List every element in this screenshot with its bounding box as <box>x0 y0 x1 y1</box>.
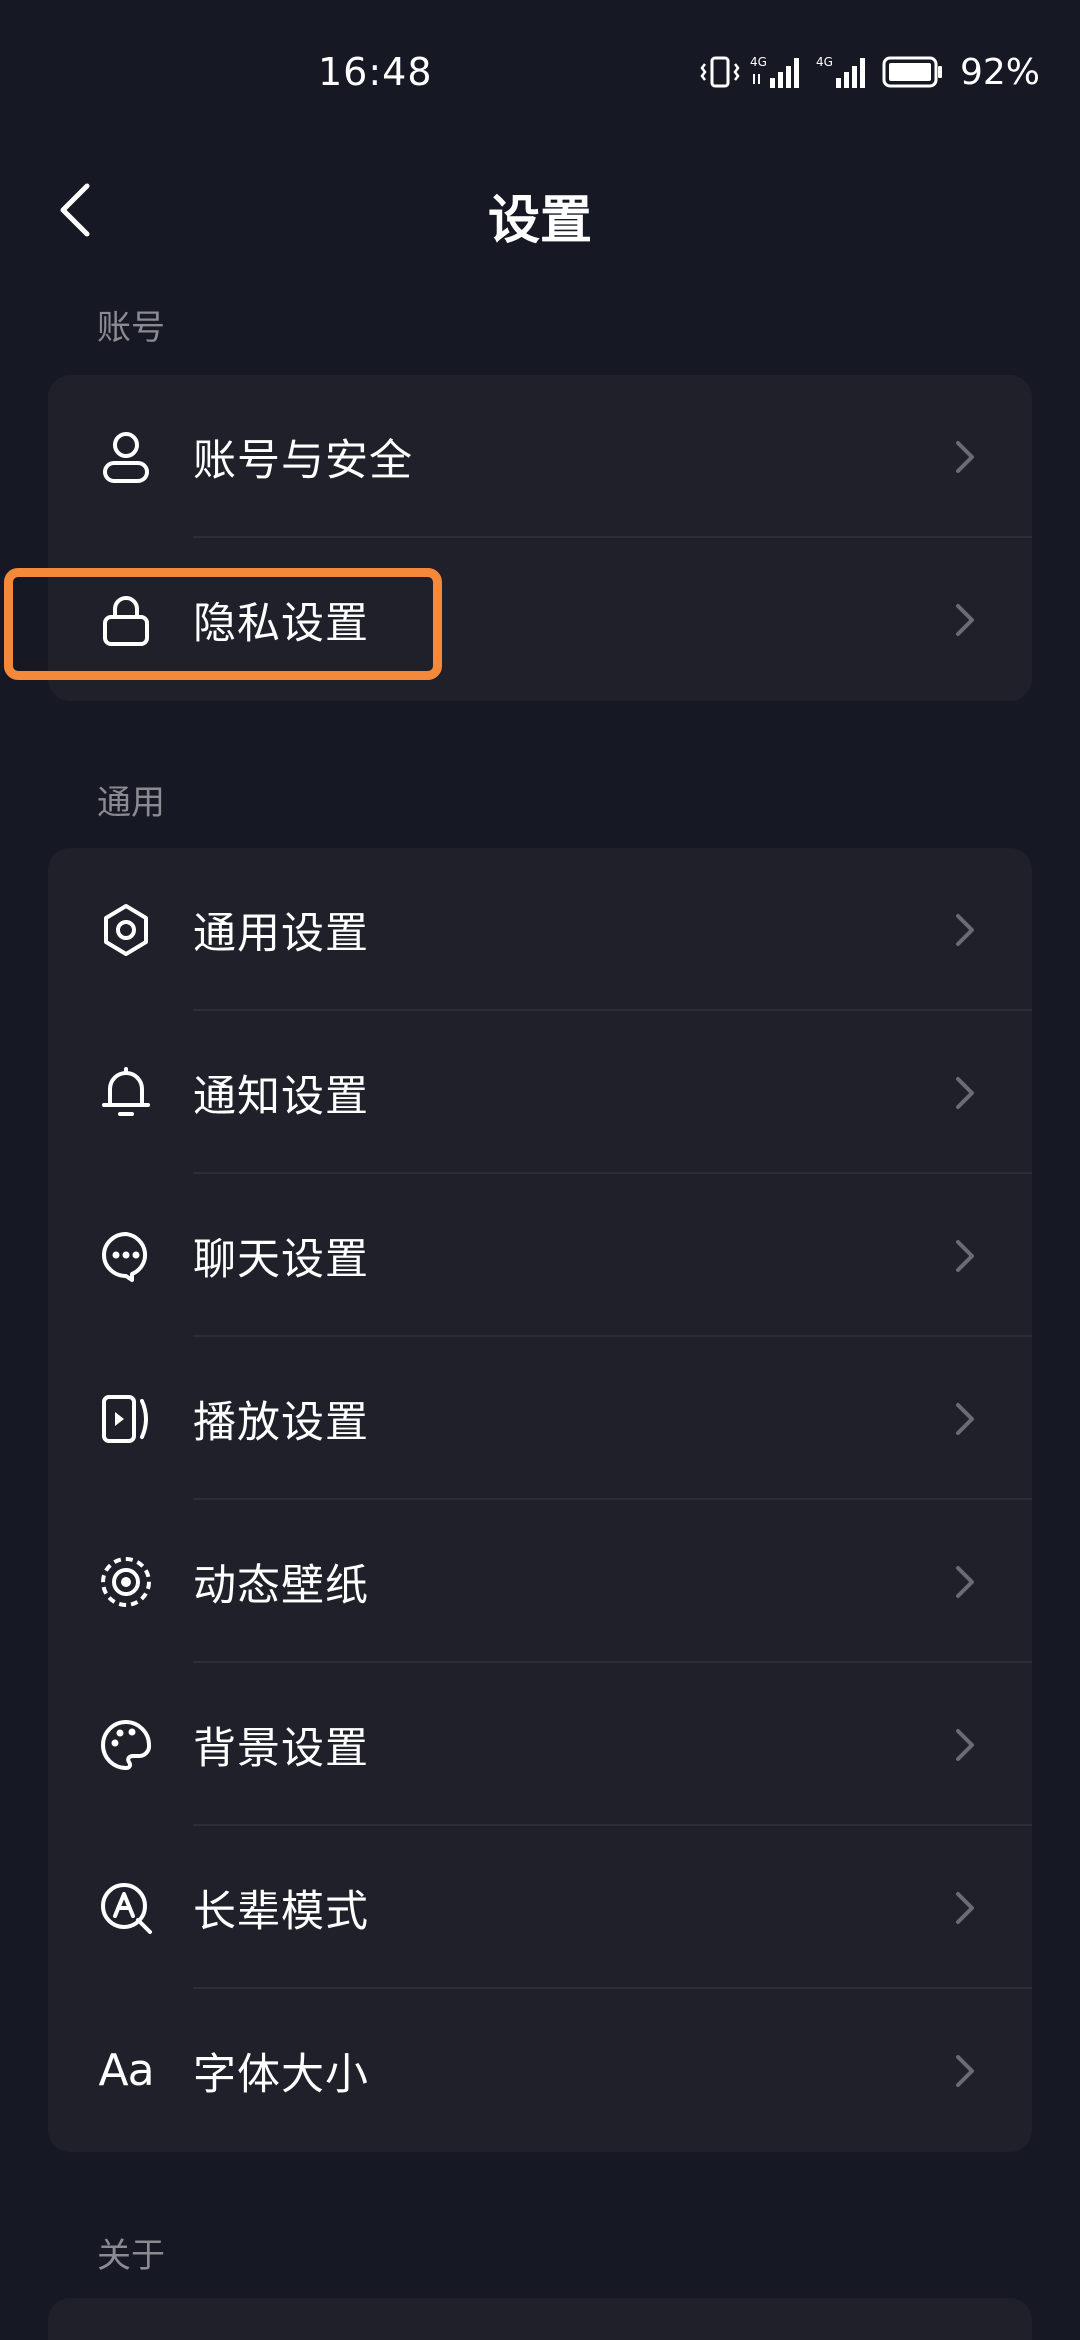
row-general-settings[interactable]: 通用设置 <box>48 848 1032 1011</box>
live-wallpaper-icon <box>98 1554 154 1610</box>
lock-icon <box>98 592 154 648</box>
font-size-icon: Aa <box>98 2043 154 2099</box>
chevron-right-icon <box>956 440 974 473</box>
row-label: 通知设置 <box>193 1071 369 1122</box>
row-label: 播放设置 <box>193 1397 369 1448</box>
network-label: 4G <box>750 55 767 69</box>
chevron-right-icon <box>956 1076 974 1109</box>
row-font-size[interactable]: Aa 字体大小 <box>48 1989 1032 2152</box>
row-label: 背景设置 <box>193 1723 369 1774</box>
section-label-general: 通用 <box>97 783 165 823</box>
about-card <box>48 2298 1032 2340</box>
user-icon <box>98 429 154 485</box>
battery-icon <box>882 56 942 88</box>
chevron-right-icon <box>956 603 974 636</box>
section-label-about: 关于 <box>97 2236 165 2276</box>
chevron-right-icon <box>956 2054 974 2087</box>
row-privacy-settings[interactable]: 隐私设置 <box>48 538 1032 701</box>
status-icons: 4G 4G 92% <box>700 51 1040 93</box>
row-live-wallpaper[interactable]: 动态壁纸 <box>48 1500 1032 1663</box>
status-bar: 16:48 4G 4G 92% <box>0 0 1080 150</box>
play-icon <box>98 1391 154 1447</box>
row-label: 通用设置 <box>193 908 369 959</box>
elder-mode-icon <box>98 1880 154 1936</box>
vibrate-icon <box>700 56 740 88</box>
font-size-icon-text: Aa <box>98 2045 154 2096</box>
row-background-settings[interactable]: 背景设置 <box>48 1663 1032 1826</box>
bell-icon <box>98 1065 154 1121</box>
chevron-right-icon <box>956 1728 974 1761</box>
row-label: 聊天设置 <box>193 1234 369 1285</box>
row-account-security[interactable]: 账号与安全 <box>48 375 1032 538</box>
chevron-right-icon <box>956 1402 974 1435</box>
chevron-right-icon <box>956 913 974 946</box>
row-chat-settings[interactable]: 聊天设置 <box>48 1174 1032 1337</box>
network-label-2: 4G <box>816 55 833 69</box>
general-card: 通用设置 通知设置 聊天设置 播放设置 动态壁纸 背景设置 长辈模式 Aa 字体… <box>48 848 1032 2152</box>
chevron-right-icon <box>956 1565 974 1598</box>
signal-4g-icon: 4G <box>750 55 799 88</box>
signal-4g-icon-2: 4G <box>816 55 865 88</box>
chevron-right-icon <box>956 1891 974 1924</box>
section-label-account: 账号 <box>97 308 165 348</box>
row-label: 长辈模式 <box>193 1886 369 1937</box>
account-card: 账号与安全 隐私设置 <box>48 375 1032 701</box>
chevron-right-icon <box>956 1239 974 1272</box>
row-label: 账号与安全 <box>193 435 413 486</box>
row-playback-settings[interactable]: 播放设置 <box>48 1337 1032 1500</box>
row-label: 隐私设置 <box>193 598 369 649</box>
row-label: 字体大小 <box>193 2049 369 2100</box>
gear-icon <box>98 902 154 958</box>
chat-bubble-icon <box>98 1228 154 1284</box>
status-time: 16:48 <box>318 50 433 94</box>
row-notification-settings[interactable]: 通知设置 <box>48 1011 1032 1174</box>
row-label: 动态壁纸 <box>193 1560 369 1611</box>
page-title: 设置 <box>487 191 592 251</box>
palette-icon <box>98 1717 154 1773</box>
settings-screen: 16:48 4G 4G 92% 设置 账号 账号与安全 隐私设置 通用 通用设置… <box>0 0 1080 2340</box>
header: 设置 <box>0 150 1080 270</box>
row-elder-mode[interactable]: 长辈模式 <box>48 1826 1032 1989</box>
battery-percent: 92% <box>959 51 1040 93</box>
